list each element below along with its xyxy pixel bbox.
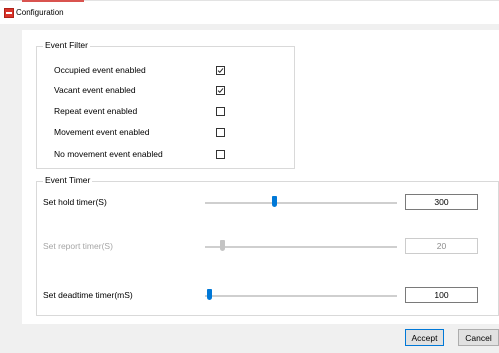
event-timer-group: Event Timer Set hold timer(S) Set report… — [36, 175, 499, 316]
hold-timer-input[interactable] — [405, 194, 478, 210]
report-timer-label: Set report timer(S) — [43, 241, 113, 251]
report-timer-row: Set report timer(S) — [40, 237, 498, 257]
accept-button[interactable]: Accept — [405, 329, 444, 346]
event-filter-group: Event Filter Occupied event enabled Vaca… — [36, 40, 295, 169]
filter-label-occupied: Occupied event enabled — [54, 65, 146, 75]
vacant-event-checkbox[interactable] — [216, 86, 225, 95]
event-filter-title: Event Filter — [43, 40, 90, 50]
filter-label-repeat: Repeat event enabled — [54, 106, 138, 116]
title-bar: Configuration — [0, 0, 499, 24]
deadtime-timer-input[interactable] — [405, 287, 478, 303]
deadtime-timer-row: Set deadtime timer(mS) — [40, 286, 498, 306]
hold-timer-label: Set hold timer(S) — [43, 197, 107, 207]
no-movement-event-checkbox[interactable] — [216, 150, 225, 159]
deadtime-timer-label: Set deadtime timer(mS) — [43, 290, 133, 300]
movement-event-checkbox[interactable] — [216, 128, 225, 137]
event-timer-title: Event Timer — [43, 175, 93, 185]
hold-timer-slider-track[interactable] — [205, 202, 397, 204]
filter-label-no-movement: No movement event enabled — [54, 149, 163, 159]
deadtime-timer-slider-track[interactable] — [205, 295, 397, 297]
filter-label-movement: Movement event enabled — [54, 127, 150, 137]
deadtime-timer-slider-thumb[interactable] — [206, 289, 212, 300]
app-icon — [4, 8, 14, 18]
occupied-event-checkbox[interactable] — [216, 66, 225, 75]
window-title: Configuration — [16, 8, 64, 17]
title-bar-accent — [22, 0, 84, 2]
hold-timer-slider-thumb[interactable] — [272, 196, 278, 207]
hold-timer-row: Set hold timer(S) — [40, 193, 498, 213]
report-timer-slider-thumb — [220, 240, 226, 251]
report-timer-input — [405, 238, 478, 254]
repeat-event-checkbox[interactable] — [216, 107, 225, 116]
filter-label-vacant: Vacant event enabled — [54, 85, 136, 95]
configuration-panel: Event Filter Occupied event enabled Vaca… — [22, 30, 499, 324]
report-timer-slider-track — [205, 246, 397, 248]
cancel-button[interactable]: Cancel — [458, 329, 499, 346]
